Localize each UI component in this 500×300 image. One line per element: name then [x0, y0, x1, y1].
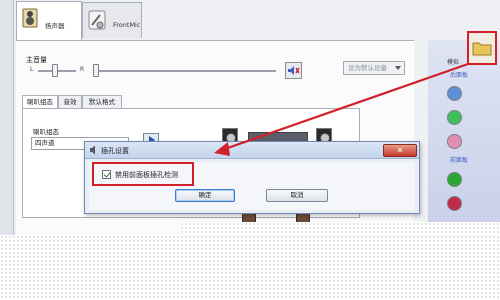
- fade-overlay: [0, 235, 500, 300]
